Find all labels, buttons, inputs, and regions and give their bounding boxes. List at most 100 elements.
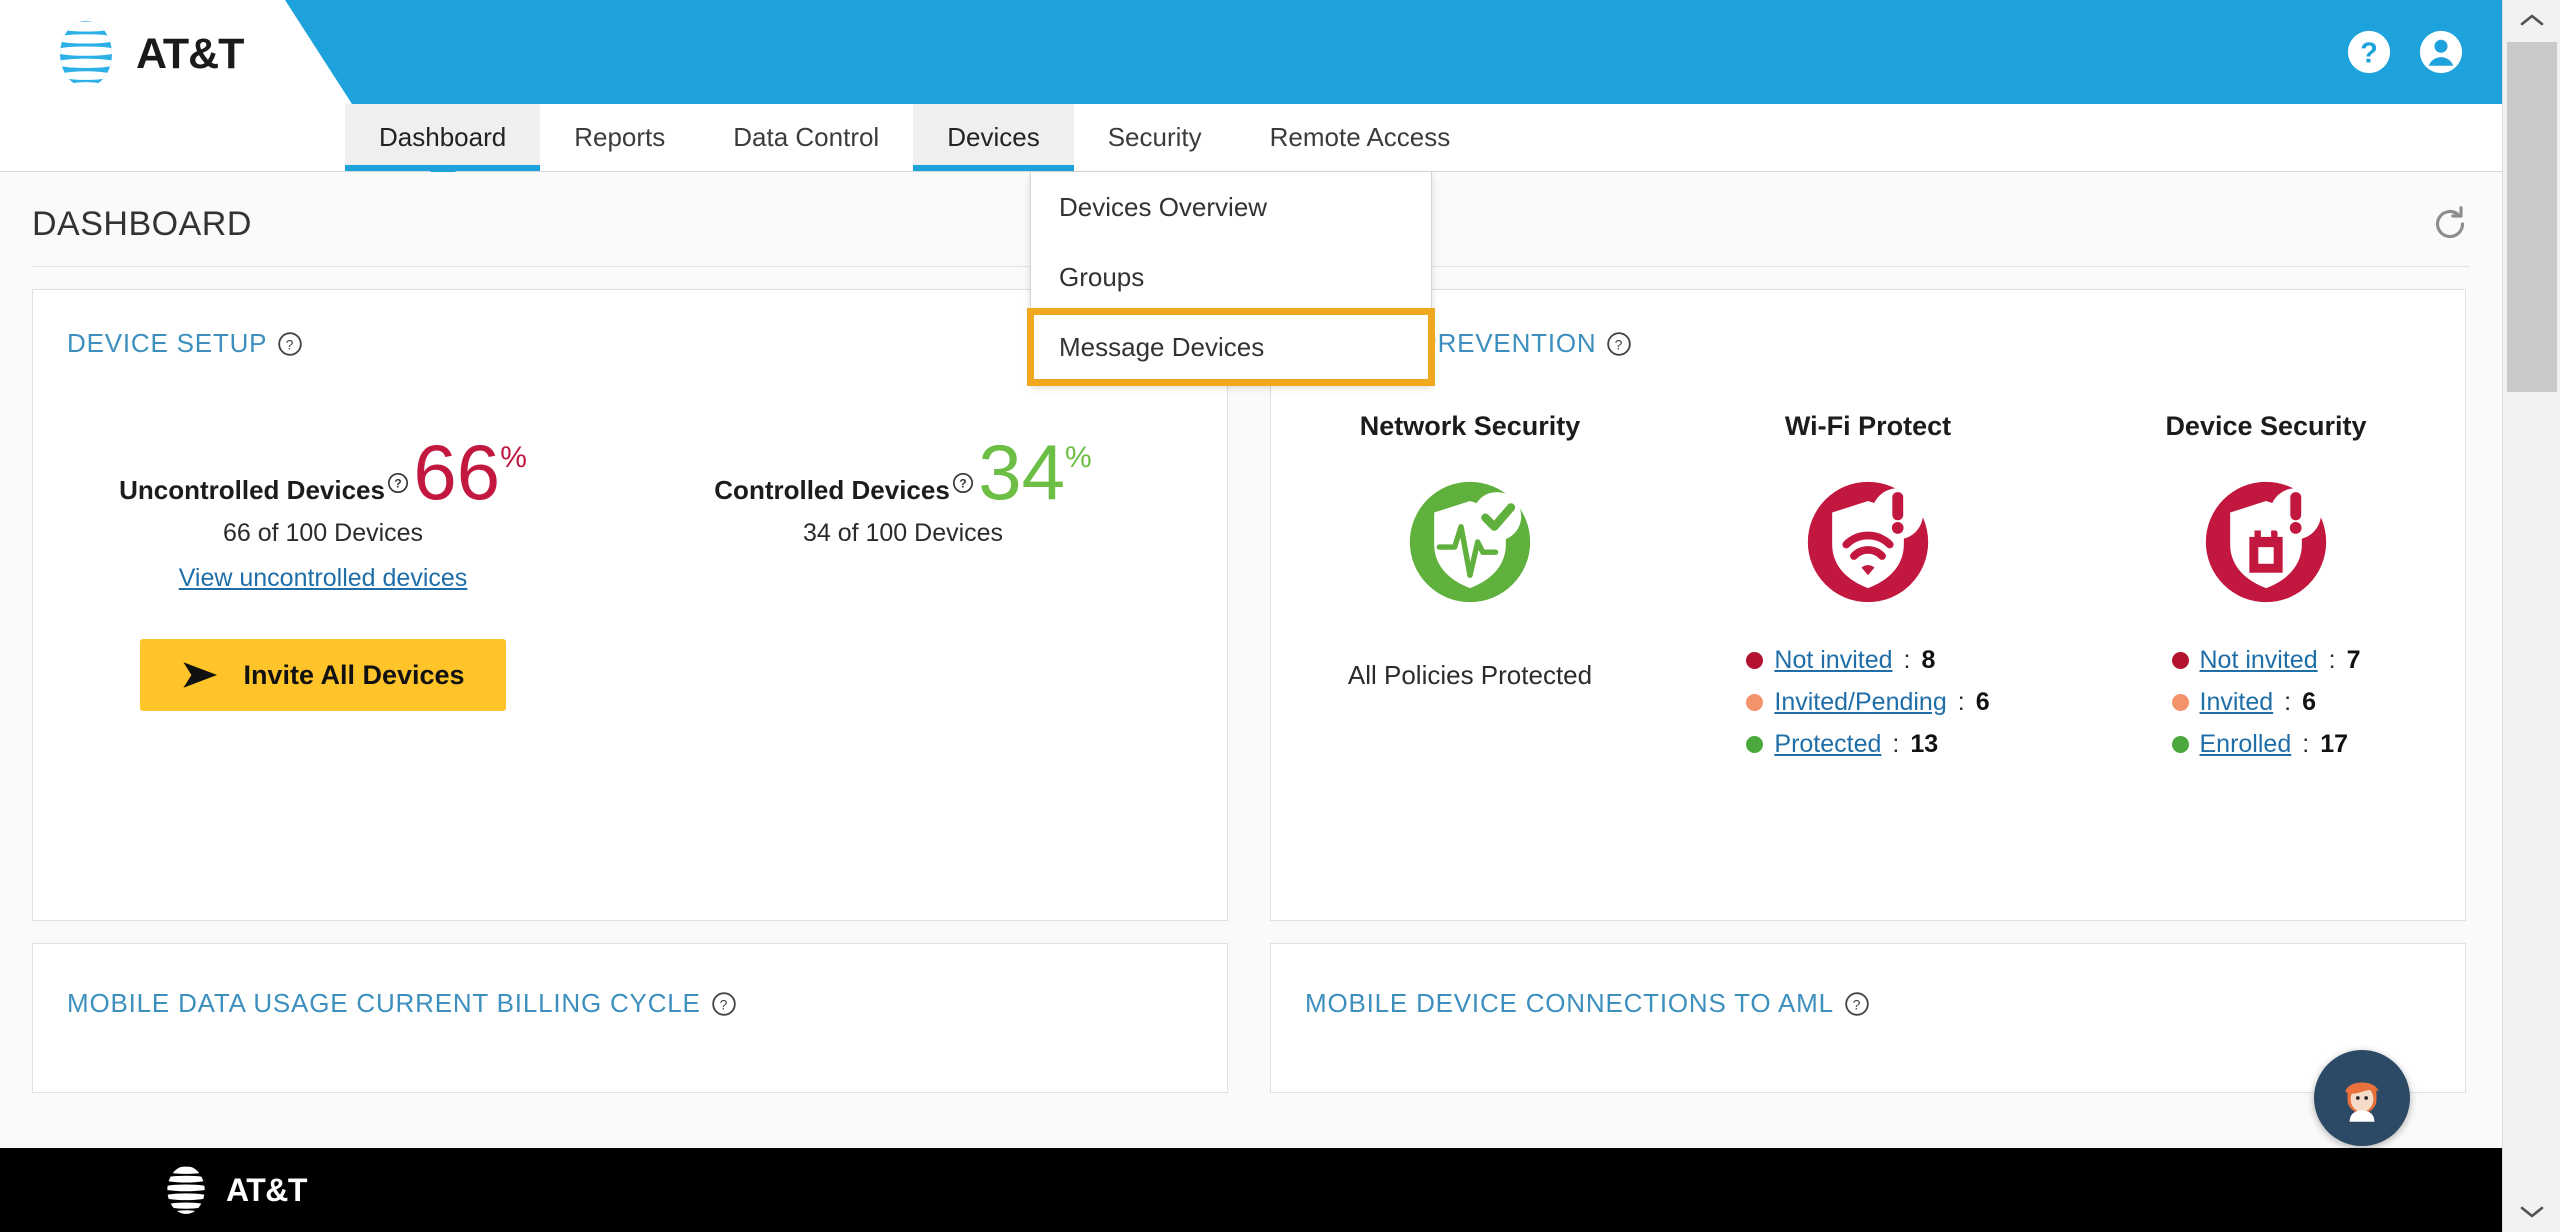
device-not-invited-link[interactable]: Not invited [2200, 646, 2318, 675]
legend-separator: : [1903, 646, 1911, 674]
threat-prevention-card: THREAT PREVENTION ? Network Security All… [1270, 289, 2466, 921]
mobile-data-usage-title-row: MOBILE DATA USAGE CURRENT BILLING CYCLE … [33, 944, 1227, 1019]
threat-column-wifi-protect: Wi-Fi Protect Not invited: 8 Invited/Pe… [1669, 411, 2067, 772]
legend-item: Protected : 13 [1746, 730, 1989, 759]
refresh-icon[interactable] [2430, 204, 2470, 244]
send-arrow-icon [183, 662, 218, 688]
menu-item-message-devices[interactable]: Message Devices [1027, 308, 1435, 386]
shield-lock-alert-icon [2205, 481, 2327, 603]
nav-item-remote-access[interactable]: Remote Access [1235, 104, 1485, 171]
status-dot-invited-pending [1746, 694, 1764, 711]
menu-label-message-devices: Message Devices [1059, 331, 1265, 362]
uncontrolled-label: Uncontrolled Devices [119, 475, 385, 505]
nav-item-devices[interactable]: Devices [913, 104, 1075, 171]
device-security-legend: Not invited : 7 Invited : 6 Enrolled: 1… [2171, 646, 2361, 772]
mobile-data-usage-card: MOBILE DATA USAGE CURRENT BILLING CYCLE … [32, 943, 1228, 1093]
menu-label-devices-overview: Devices Overview [1059, 191, 1268, 222]
controlled-detail: 34 of 100 Devices [802, 519, 1004, 547]
chevron-up-icon [2520, 14, 2544, 26]
wifi-invited-pending-link[interactable]: Invited/Pending [1774, 688, 1946, 717]
legend-separator: : [1957, 688, 1965, 716]
wifi-not-invited-link[interactable]: Not invited [1774, 646, 1892, 675]
menu-item-devices-overview[interactable]: Devices Overview [1031, 172, 1431, 242]
page-scrollbar[interactable] [2502, 0, 2560, 1232]
scrollbar-thumb[interactable] [2507, 42, 2557, 392]
invite-all-devices-label: Invite All Devices [243, 659, 465, 690]
status-dot-enrolled [2171, 736, 2189, 753]
invite-all-devices-button[interactable]: Invite All Devices [140, 639, 506, 711]
controlled-percent-row: 34 % [978, 433, 1091, 511]
svg-text:?: ? [1853, 996, 1862, 1012]
wifi-protected-link[interactable]: Protected [1774, 730, 1881, 759]
device-invited-value: 6 [2302, 688, 2317, 716]
legend-separator: : [2328, 646, 2336, 674]
mobile-data-usage-title: MOBILE DATA USAGE CURRENT BILLING CYCLE [67, 988, 701, 1018]
question-circle-icon[interactable]: ? [387, 472, 409, 494]
question-circle-icon[interactable]: ? [1844, 991, 1870, 1017]
svg-text:?: ? [2360, 38, 2378, 70]
header-actions: ? [2346, 29, 2464, 75]
legend-separator: : [1892, 730, 1900, 758]
svg-text:?: ? [719, 996, 728, 1012]
question-circle-icon[interactable]: ? [952, 472, 974, 494]
network-security-status: All Policies Protected [1347, 660, 1593, 690]
browser-viewport: AT&T ? Dashboard Reports Data Control De… [0, 0, 2560, 1232]
account-circle-icon[interactable] [2418, 29, 2464, 75]
controlled-label-row: Controlled Devices ? [714, 472, 974, 506]
threat-column-network-security: Network Security All Policies Protected [1271, 411, 1669, 772]
controlled-percent-symbol: % [1065, 441, 1092, 474]
device-setup-title: DEVICE SETUP [67, 328, 268, 358]
threat-column-device-security: Device Security Not invited: 7 Invited … [2067, 411, 2465, 772]
main-navigation: Dashboard Reports Data Control Devices S… [0, 104, 2502, 186]
view-uncontrolled-devices-link[interactable]: View uncontrolled devices [179, 564, 468, 593]
wifi-not-invited-value: 8 [1921, 646, 1936, 674]
nav-label-dashboard: Dashboard [379, 122, 507, 152]
question-circle-icon[interactable]: ? [711, 991, 737, 1017]
device-enrolled-link[interactable]: Enrolled [2200, 730, 2292, 759]
legend-item: Enrolled : 17 [2171, 730, 2361, 759]
scrollbar-down-button[interactable] [2503, 1192, 2560, 1232]
mobile-device-connections-card: MOBILE DEVICE CONNECTIONS TO AML ? [1270, 943, 2466, 1093]
svg-text:?: ? [959, 477, 966, 491]
controlled-devices-stat: Controlled Devices ? 34 % 34 of 100 Devi… [613, 425, 1193, 711]
uncontrolled-percent-row: 66 % [413, 433, 526, 511]
mobile-device-connections-title-row: MOBILE DEVICE CONNECTIONS TO AML ? [1271, 944, 2465, 1019]
page-viewport: AT&T ? Dashboard Reports Data Control De… [0, 0, 2502, 1232]
nav-item-dashboard[interactable]: Dashboard [345, 104, 541, 186]
legend-item: Not invited : 8 [1746, 646, 1989, 675]
nav-item-reports[interactable]: Reports [540, 104, 700, 171]
wifi-protected-value: 13 [1910, 730, 1939, 758]
brand-logo[interactable]: AT&T [50, 18, 244, 90]
device-invited-link[interactable]: Invited [2200, 688, 2274, 717]
help-circle-icon[interactable]: ? [2346, 29, 2392, 75]
menu-label-groups: Groups [1059, 261, 1145, 292]
dashboard-card-row-bottom: MOBILE DATA USAGE CURRENT BILLING CYCLE … [32, 943, 2470, 1093]
svg-text:?: ? [394, 477, 401, 491]
assistant-chat-button[interactable] [2314, 1050, 2410, 1146]
devices-dropdown-menu: Devices Overview Groups Message Devices [1027, 172, 1435, 386]
question-circle-icon[interactable]: ? [277, 331, 303, 357]
legend-item: Invited : 6 [2171, 688, 2361, 717]
assistant-avatar-icon [2345, 1082, 2379, 1122]
legend-item: Not invited : 7 [2171, 646, 2360, 675]
status-dot-not-invited [1746, 652, 1764, 669]
status-dot-invited [2171, 694, 2189, 711]
scrollbar-up-button[interactable] [2503, 0, 2560, 40]
status-dot-not-invited [2171, 652, 2189, 669]
threat-prevention-title-row: THREAT PREVENTION ? [1271, 290, 2465, 359]
status-dot-protected [1746, 736, 1764, 753]
footer-brand-name: AT&T [226, 1171, 307, 1208]
menu-item-groups[interactable]: Groups [1031, 242, 1431, 312]
uncontrolled-label-row: Uncontrolled Devices ? [119, 472, 409, 506]
att-globe-icon [60, 20, 112, 88]
controlled-percent: 34 [978, 428, 1066, 516]
nav-item-security[interactable]: Security [1073, 104, 1236, 171]
network-security-title: Network Security [1359, 411, 1581, 441]
question-circle-icon[interactable]: ? [1606, 331, 1632, 357]
device-setup-stats: Uncontrolled Devices ? 66 % 66 of 100 De… [33, 425, 1227, 711]
nav-item-data-control[interactable]: Data Control [699, 104, 914, 171]
legend-item: Invited/Pending : 6 [1746, 688, 1990, 717]
uncontrolled-devices-stat: Uncontrolled Devices ? 66 % 66 of 100 De… [33, 425, 613, 711]
legend-separator: : [2284, 688, 2292, 716]
